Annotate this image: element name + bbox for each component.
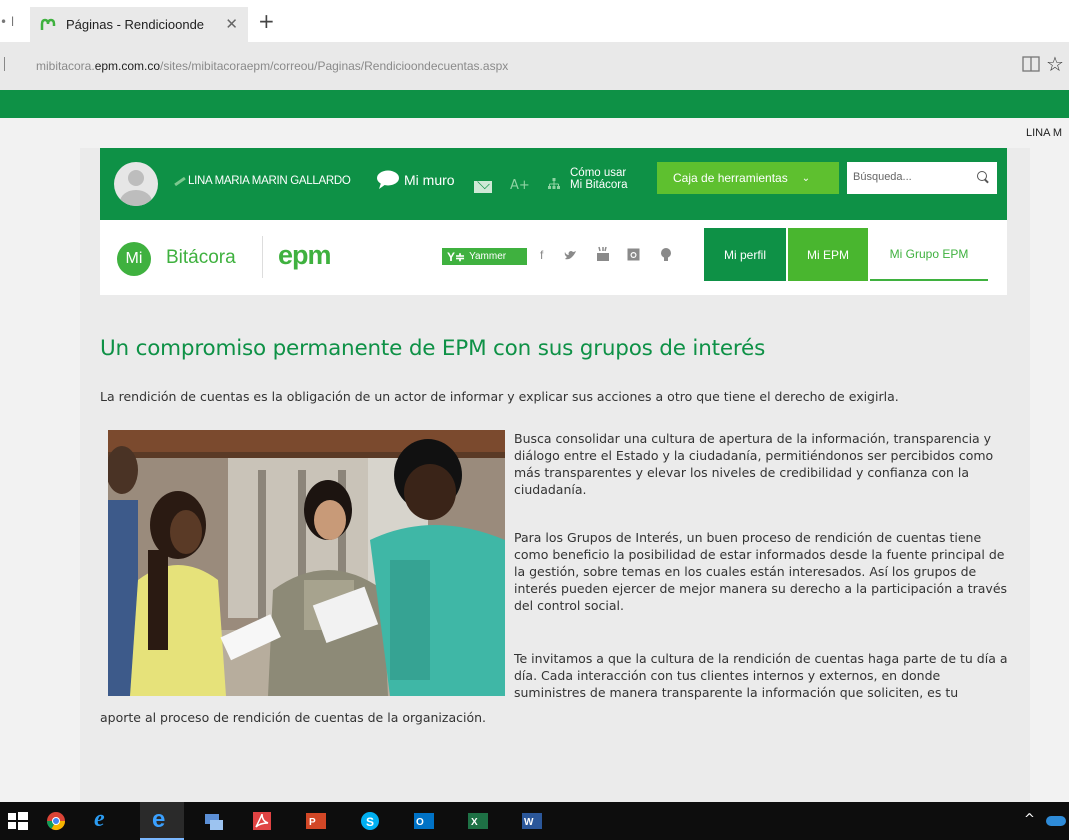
facebook-icon[interactable]: f <box>540 248 543 262</box>
my-wall-link[interactable]: Mi muro <box>376 170 455 190</box>
sitemap-icon[interactable] <box>548 178 560 190</box>
people-photo-image <box>108 430 505 696</box>
word-icon[interactable]: W <box>522 811 542 831</box>
yammer-icon: Y≑ <box>447 249 466 264</box>
font-size-increase[interactable]: A+ <box>510 178 530 193</box>
svg-text:X: X <box>471 817 478 828</box>
epm-logo[interactable]: epm <box>278 240 332 271</box>
paragraph-3: Te invitamos a que la cultura de la rend… <box>514 651 1008 700</box>
yammer-label: Yammer <box>469 251 507 262</box>
tab-title: Páginas - Rendicioonde <box>66 17 205 32</box>
search-input[interactable]: Búsqueda... <box>847 162 997 194</box>
url-field[interactable]: mibitacora.epm.com.co/sites/mibitacoraep… <box>36 59 508 73</box>
network-icon[interactable] <box>204 811 224 831</box>
how-to-use-line1: Cómo usar <box>570 167 627 179</box>
yammer-button[interactable]: Y≑ Yammer <box>442 248 527 265</box>
svg-text:W: W <box>524 817 534 828</box>
new-tab-icon[interactable]: + <box>258 9 275 33</box>
suite-user-name[interactable]: LINA M <box>1026 127 1062 139</box>
user-name: LINA MARIA MARIN GALLARDO <box>188 175 351 187</box>
favorite-star-icon[interactable]: ☆ <box>1046 52 1064 76</box>
close-tab-icon[interactable]: ✕ <box>225 15 238 33</box>
tab-mi-perfil[interactable]: Mi perfil <box>704 228 786 281</box>
chrome-icon[interactable] <box>46 811 66 831</box>
how-to-use-link[interactable]: Cómo usar Mi Bitácora <box>570 167 628 191</box>
intro-paragraph: La rendición de cuentas es la obligación… <box>100 389 899 404</box>
url-path: /sites/mibitacoraepm/correou/Paginas/Ren… <box>160 59 509 73</box>
show-hidden-icons-chevron-icon[interactable]: ^ <box>1024 812 1035 827</box>
edge-browser-icon[interactable]: e <box>152 806 172 833</box>
mail-icon[interactable] <box>474 181 492 193</box>
mi-bitacora-logo[interactable]: Mi <box>117 242 151 276</box>
paragraph-1: Busca consolidar una cultura de apertura… <box>514 431 994 497</box>
paragraph-3-continued: aporte al proceso de rendición de cuenta… <box>100 710 486 725</box>
ribbon-bar: LINA M <box>0 118 1069 148</box>
youtube-icon[interactable] <box>596 246 610 262</box>
browser-tab-active[interactable]: Páginas - Rendicioonde ✕ <box>30 7 248 42</box>
tools-dropdown-button[interactable]: Caja de herramientas ⌄ <box>657 162 839 194</box>
article-photo <box>108 430 505 696</box>
tab-mi-epm[interactable]: Mi EPM <box>788 228 868 281</box>
svg-text:P: P <box>309 817 316 828</box>
avatar-head <box>128 170 144 186</box>
chevron-down-icon: ⌄ <box>801 172 811 184</box>
lightbulb-icon[interactable] <box>660 247 672 262</box>
divider <box>4 57 5 71</box>
suite-bar <box>0 90 1069 118</box>
skype-icon[interactable]: S <box>360 811 380 831</box>
twitter-icon[interactable] <box>564 250 578 261</box>
instagram-icon[interactable] <box>627 248 640 261</box>
onedrive-cloud-icon[interactable] <box>1046 816 1066 826</box>
search-icon[interactable] <box>977 171 987 181</box>
previous-tab-edge[interactable]: • l <box>0 15 14 29</box>
svg-text:O: O <box>416 817 424 828</box>
url-prefix: mibitacora. <box>36 59 95 73</box>
top-navigation: LINA MARIA MARIN GALLARDO Mi muro A+ Cóm… <box>100 148 1007 220</box>
outlook-icon[interactable]: O <box>414 811 434 831</box>
page-title: Un compromiso permanente de EPM con sus … <box>100 336 766 361</box>
internet-explorer-icon[interactable]: e <box>94 806 114 832</box>
search-placeholder: Búsqueda... <box>853 171 912 183</box>
reading-view-icon[interactable] <box>1022 56 1040 72</box>
tab-mi-grupo-epm[interactable]: Mi Grupo EPM <box>870 228 988 281</box>
user-name-link[interactable]: LINA MARIA MARIN GALLARDO <box>174 175 351 187</box>
acrobat-icon[interactable] <box>252 811 272 831</box>
pencil-icon <box>174 176 186 186</box>
my-wall-label: Mi muro <box>404 172 455 188</box>
paragraph-2: Para los Grupos de Interés, un buen proc… <box>514 530 1008 613</box>
divider <box>262 236 263 278</box>
excel-icon[interactable]: X <box>468 811 488 831</box>
svg-text:S: S <box>366 815 374 829</box>
browser-tab-bar: • l Páginas - Rendicioonde ✕ + <box>0 0 1069 42</box>
epm-favicon-icon <box>40 18 56 30</box>
brand-bar: Mi Bitácora epm Y≑ Yammer f Mi perfil Mi… <box>100 220 1007 295</box>
speech-bubble-icon <box>377 170 399 189</box>
powerpoint-icon[interactable]: P <box>306 811 326 831</box>
windows-start-icon[interactable] <box>8 811 28 831</box>
windows-taskbar: e e P S O X W ^ <box>0 802 1069 840</box>
tools-label: Caja de herramientas <box>673 171 788 185</box>
how-to-use-line2: Mi Bitácora <box>570 179 628 191</box>
avatar[interactable] <box>114 162 158 206</box>
address-bar: mibitacora.epm.com.co/sites/mibitacoraep… <box>0 42 1069 90</box>
url-domain: epm.com.co <box>94 59 161 73</box>
avatar-body <box>120 190 152 206</box>
site-name[interactable]: Bitácora <box>166 247 236 269</box>
